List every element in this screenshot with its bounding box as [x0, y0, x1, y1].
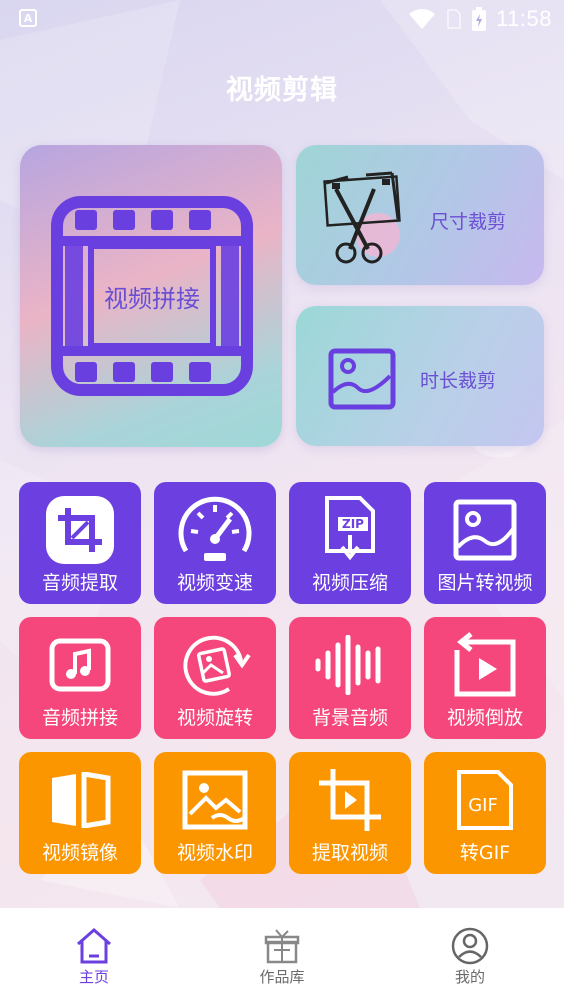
- tile-label: 视频旋转: [176, 707, 253, 729]
- image-frame-icon: [328, 348, 396, 410]
- tile-label: 视频变速: [176, 572, 253, 594]
- tile-label: 视频水印: [176, 842, 253, 864]
- tile-label: 视频倒放: [446, 707, 523, 729]
- mirror-icon: [52, 772, 111, 828]
- audio-merge-tile[interactable]: 音频拼接: [19, 617, 141, 739]
- tile-label: 视频压缩: [311, 572, 388, 594]
- nav-label: 作品库: [259, 968, 305, 986]
- convert-gif-tile[interactable]: GIF 转GIF: [424, 752, 546, 874]
- video-merge-card[interactable]: 视频拼接: [20, 145, 282, 447]
- size-crop-label: 尺寸裁剪: [430, 211, 507, 233]
- extract-video-tile[interactable]: 提取视频: [289, 752, 411, 874]
- wifi-icon: [409, 9, 436, 29]
- tile-label: 音频拼接: [41, 707, 118, 729]
- size-crop-card[interactable]: 尺寸裁剪: [296, 145, 544, 285]
- video-reverse-tile[interactable]: 视频倒放: [424, 617, 546, 739]
- watermark-icon: [182, 770, 248, 830]
- extract-video-icon: [319, 769, 381, 831]
- image-to-video-tile[interactable]: 图片转视频: [424, 482, 546, 604]
- zip-file-icon: ZIP: [325, 496, 375, 561]
- audio-extract-tile[interactable]: 音频提取: [19, 482, 141, 604]
- tile-label: 视频镜像: [41, 842, 118, 864]
- gift-box-icon: [264, 929, 300, 964]
- scissors-film-icon: [323, 171, 401, 264]
- bottom-nav: 主页 作品库 我的: [0, 908, 564, 1002]
- nav-home[interactable]: 主页: [34, 908, 154, 1002]
- tile-label: 转GIF: [459, 842, 511, 864]
- nav-label: 我的: [454, 968, 485, 986]
- tile-label: 背景音频: [311, 707, 388, 729]
- video-watermark-tile[interactable]: 视频水印: [154, 752, 276, 874]
- rotate-image-icon: [183, 635, 251, 696]
- user-profile-icon: [451, 927, 489, 965]
- crop-icon: [46, 496, 114, 564]
- picture-icon: [453, 499, 517, 561]
- page-title: 视频剪辑: [226, 75, 338, 106]
- video-rotate-tile[interactable]: 视频旋转: [154, 617, 276, 739]
- nav-profile[interactable]: 我的: [410, 908, 530, 1002]
- nav-works[interactable]: 作品库: [222, 908, 342, 1002]
- svg-text:GIF: GIF: [468, 795, 498, 816]
- home-icon: [77, 928, 111, 964]
- clock: 11:58: [496, 6, 552, 31]
- tile-label: 提取视频: [311, 842, 388, 864]
- gif-file-icon: GIF: [457, 770, 513, 830]
- nav-label: 主页: [78, 968, 109, 986]
- tile-label: 图片转视频: [437, 572, 533, 594]
- svg-text:ZIP: ZIP: [342, 517, 364, 531]
- music-note-icon: [49, 638, 111, 692]
- speedometer-icon: [178, 496, 252, 561]
- tile-label: 音频提取: [41, 572, 118, 594]
- duration-crop-card[interactable]: 时长裁剪: [296, 306, 544, 446]
- battery-charging-icon: [472, 7, 487, 31]
- video-mirror-tile[interactable]: 视频镜像: [19, 752, 141, 874]
- notification-icon: A: [19, 9, 37, 27]
- audio-wave-icon: [315, 635, 381, 695]
- reverse-play-icon: [454, 632, 516, 697]
- background-audio-tile[interactable]: 背景音频: [289, 617, 411, 739]
- speed-change-tile[interactable]: 视频变速: [154, 482, 276, 604]
- video-compress-tile[interactable]: ZIP 视频压缩: [289, 482, 411, 604]
- duration-crop-label: 时长裁剪: [420, 370, 497, 392]
- sim-icon: [447, 9, 461, 29]
- status-bar: A 11:58: [0, 0, 564, 40]
- video-merge-label: 视频拼接: [104, 284, 200, 313]
